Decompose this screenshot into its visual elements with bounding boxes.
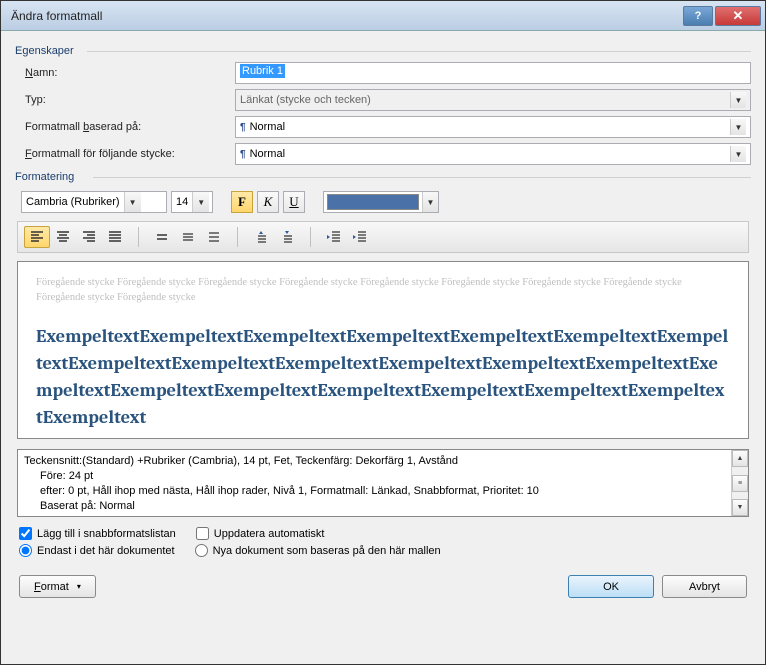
align-right-button[interactable] [76,226,102,248]
line-spacing-1-5-button[interactable] [175,226,201,248]
space-before-increase-button[interactable] [248,226,274,248]
based-on-value: ¶Normal [240,121,730,133]
following-label: Formatmall för följande stycke: [25,148,235,160]
align-justify-button[interactable] [102,226,128,248]
space-before-decrease-button[interactable] [274,226,300,248]
dropdown-arrow-icon: ▼ [192,192,209,212]
decrease-indent-button[interactable] [321,226,347,248]
description-scrollbar[interactable]: ▲ ≡ ▼ [731,450,748,516]
color-swatch [327,194,419,210]
bold-button[interactable]: F [231,191,253,213]
type-value: Länkat (stycke och tecken) [240,94,730,106]
dropdown-arrow-icon: ▼ [124,192,141,212]
preview-sample: ExempeltextExempeltextExempeltextExempel… [36,323,730,430]
scroll-down-icon[interactable]: ▼ [732,499,748,516]
close-button[interactable]: ✕ [715,6,761,26]
cancel-button[interactable]: Avbryt [662,575,747,598]
line-spacing-1-button[interactable] [149,226,175,248]
underline-button[interactable]: U [283,191,305,213]
scroll-up-icon[interactable]: ▲ [732,450,748,467]
following-dropdown[interactable]: ¶Normal ▼ [235,143,751,165]
name-value: Rubrik 1 [240,64,285,78]
font-toolbar: Cambria (Rubriker) ▼ 14 ▼ F K U ▼ [21,191,751,213]
description-text: Teckensnitt:(Standard) +Rubriker (Cambri… [18,450,731,516]
auto-update-checkbox[interactable]: Uppdatera automatiskt [196,527,325,540]
properties-group-label: Egenskaper [15,45,751,57]
pilcrow-icon: ¶ [240,149,246,160]
radio-row: Endast i det här dokumentet Nya dokument… [19,544,747,557]
align-left-button[interactable] [24,226,50,248]
description-box: Teckensnitt:(Standard) +Rubriker (Cambri… [17,449,749,517]
help-button[interactable]: ? [683,6,713,26]
new-documents-radio[interactable]: Nya dokument som baseras på den här mall… [195,544,441,557]
format-button[interactable]: Format [19,575,96,598]
based-on-label: Formatmall baserad på: [25,121,235,133]
checkbox-row: Lägg till i snabbformatslistan Uppdatera… [19,527,747,540]
dropdown-arrow-icon: ▼ [422,192,438,212]
paragraph-toolbar [17,221,749,253]
line-spacing-2-button[interactable] [201,226,227,248]
italic-button[interactable]: K [257,191,279,213]
font-size-dropdown[interactable]: 14 ▼ [171,191,213,213]
bottom-buttons: Format OK Avbryt [19,575,747,598]
type-dropdown: Länkat (stycke och tecken) ▼ [235,89,751,111]
font-color-dropdown[interactable]: ▼ [323,191,439,213]
preview-before: Föregående stycke Föregående stycke Före… [36,276,730,305]
increase-indent-button[interactable] [347,226,373,248]
formatting-group-label: Formatering [15,171,751,183]
following-row: Formatmall för följande stycke: ¶Normal … [25,143,751,165]
based-on-row: Formatmall baserad på: ¶Normal ▼ [25,116,751,138]
name-input[interactable]: Rubrik 1 [235,62,751,84]
font-name-dropdown[interactable]: Cambria (Rubriker) ▼ [21,191,167,213]
based-on-dropdown[interactable]: ¶Normal ▼ [235,116,751,138]
dialog-content: Egenskaper Namn: Rubrik 1 Typ: Länkat (s… [1,31,765,606]
following-value: ¶Normal [240,148,730,160]
dropdown-arrow-icon: ▼ [730,119,746,135]
titlebar: Ändra formatmall ? ✕ [1,1,765,31]
dropdown-arrow-icon: ▼ [730,92,746,108]
type-row: Typ: Länkat (stycke och tecken) ▼ [25,89,751,111]
this-document-radio[interactable]: Endast i det här dokumentet [19,544,175,557]
align-center-button[interactable] [50,226,76,248]
window-controls: ? ✕ [683,6,761,26]
window-title: Ändra formatmall [5,9,683,23]
ok-button[interactable]: OK [568,575,654,598]
modify-style-dialog: Ändra formatmall ? ✕ Egenskaper Namn: Ru… [0,0,766,665]
preview-panel: Föregående stycke Föregående stycke Före… [17,261,749,439]
scroll-thumb-icon[interactable]: ≡ [732,475,748,492]
type-label: Typ: [25,94,235,106]
name-row: Namn: Rubrik 1 [25,62,751,84]
add-quick-checkbox[interactable]: Lägg till i snabbformatslistan [19,527,176,540]
name-label: Namn: [25,67,235,79]
dropdown-arrow-icon: ▼ [730,146,746,162]
pilcrow-icon: ¶ [240,122,246,133]
